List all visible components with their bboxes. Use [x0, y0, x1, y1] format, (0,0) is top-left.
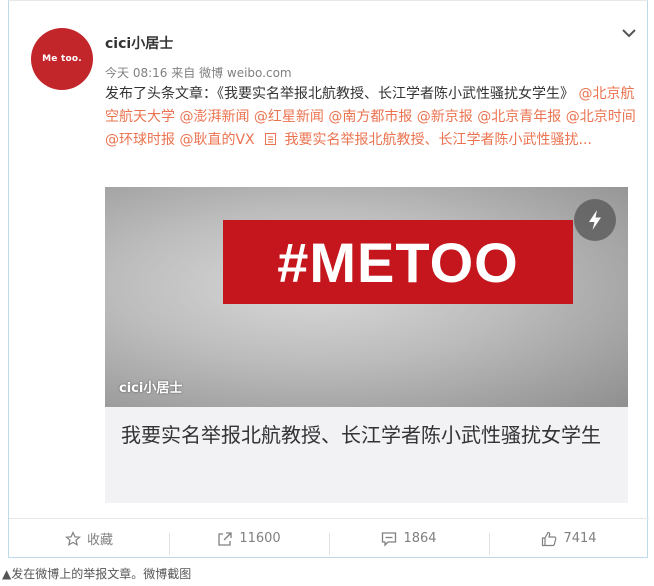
avatar-text: Me too.: [42, 54, 82, 64]
thumbs-up-icon: [542, 531, 557, 546]
article-icon[interactable]: [259, 132, 284, 148]
favorite-button[interactable]: 收藏: [9, 529, 169, 548]
weibo-post-card: Me too. cici小居士 今天 08:16 来自 微博 weibo.com…: [8, 0, 649, 558]
like-button[interactable]: 7414: [489, 531, 649, 555]
favorite-label: 收藏: [86, 533, 113, 548]
article-link[interactable]: 我要实名举报北航教授、长江学者陈小武性骚扰...: [285, 132, 592, 148]
source-prefix: 来自: [171, 66, 196, 80]
share-icon: [218, 531, 232, 546]
article-card[interactable]: #METOO cici小居士 我要实名举报北航教授、长江学者陈小武性骚扰女学生: [105, 187, 628, 503]
repost-count: 11600: [239, 531, 281, 546]
username[interactable]: cici小居士: [105, 33, 173, 53]
comment-icon: [382, 531, 397, 547]
hero-author: cici小居士: [119, 381, 183, 396]
lightning-icon[interactable]: [574, 199, 616, 241]
action-bar: 收藏 11600 1864 7414: [9, 518, 649, 558]
article-hero-image: #METOO cici小居士: [105, 187, 628, 407]
metoo-banner: #METOO: [223, 220, 573, 304]
comment-count: 1864: [403, 531, 437, 546]
post-text-prefix: 发布了头条文章：《我要实名举报北航教授、长江学者陈小武性骚扰女学生》: [105, 86, 574, 102]
comment-button[interactable]: 1864: [329, 531, 489, 555]
post-time[interactable]: 今天 08:16: [105, 66, 167, 80]
like-count: 7414: [563, 531, 597, 546]
post-text: 发布了头条文章：《我要实名举报北航教授、长江学者陈小武性骚扰女学生》 @北京航空…: [105, 83, 637, 152]
article-title[interactable]: 我要实名举报北航教授、长江学者陈小武性骚扰女学生: [121, 419, 621, 452]
metoo-text: #METOO: [277, 230, 519, 294]
post-meta: 今天 08:16 来自 微博 weibo.com: [105, 64, 292, 81]
image-caption: ▲发在微博上的举报文章。微博截图: [2, 567, 192, 581]
avatar[interactable]: Me too.: [31, 28, 93, 90]
chevron-down-icon[interactable]: [621, 25, 637, 41]
star-icon: [65, 530, 81, 546]
post-source[interactable]: 微博 weibo.com: [199, 66, 292, 80]
repost-button[interactable]: 11600: [169, 531, 329, 555]
